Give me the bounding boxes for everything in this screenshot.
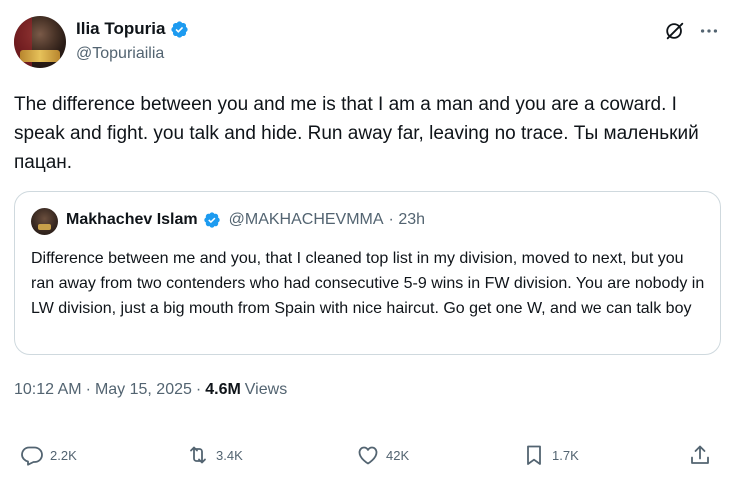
- tweet-meta: 10:12 AM · May 15, 2025 · 4.6M Views: [14, 381, 287, 399]
- meta-separator: ·: [195, 381, 202, 398]
- tweet-text: The difference between you and me is tha…: [14, 94, 699, 173]
- quote-handle: @MAKHACHEVMMA: [228, 211, 384, 228]
- tweet-date[interactable]: May 15, 2025: [95, 381, 192, 399]
- repost-button[interactable]: 3.4K: [186, 438, 243, 472]
- repost-count: 3.4K: [216, 447, 243, 463]
- reply-button[interactable]: 2.2K: [20, 438, 77, 472]
- share-icon: [691, 445, 709, 464]
- tweet-time[interactable]: 10:12 AM: [14, 381, 82, 399]
- grok-icon[interactable]: [664, 20, 686, 42]
- author-name-row: Ilia Topuria: [76, 19, 189, 39]
- like-count: 42K: [386, 447, 410, 463]
- more-icon[interactable]: [698, 20, 720, 42]
- verified-icon: [203, 212, 220, 228]
- quote-header: Makhachev Islam @MAKHACHEVMMA · 23h: [66, 211, 425, 229]
- author-avatar[interactable]: [14, 16, 66, 68]
- views-count: 4.6M: [205, 381, 241, 398]
- share-button[interactable]: [688, 438, 712, 472]
- quote-time: · 23h: [388, 211, 426, 228]
- reply-count: 2.2K: [50, 447, 77, 463]
- quoted-tweet[interactable]: Makhachev Islam @MAKHACHEVMMA · 23h Diff…: [14, 191, 721, 355]
- avatar-belt: [20, 50, 60, 62]
- like-icon: [358, 446, 378, 465]
- author-display-name[interactable]: Ilia Topuria: [76, 19, 165, 39]
- quote-text: Difference between me and you, that I cl…: [31, 250, 705, 317]
- bookmark-icon: [527, 445, 541, 465]
- repost-icon: [190, 446, 206, 464]
- views-label: Views: [244, 381, 288, 398]
- meta-separator: ·: [85, 381, 91, 398]
- author-handle[interactable]: @Topuriailia: [76, 45, 164, 63]
- action-bar: 2.2K 3.4K 42K 1.7K: [14, 438, 720, 472]
- reply-icon: [21, 446, 43, 466]
- verified-icon: [171, 20, 189, 38]
- quote-author-avatar: [31, 208, 58, 235]
- quote-display-name: Makhachev Islam: [66, 211, 198, 228]
- like-button[interactable]: 42K: [356, 438, 409, 472]
- bookmark-count: 1.7K: [552, 447, 579, 463]
- bookmark-button[interactable]: 1.7K: [522, 438, 579, 472]
